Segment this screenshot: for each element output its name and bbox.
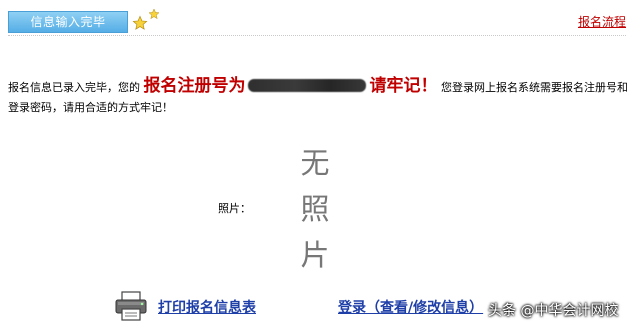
login-view-edit-link[interactable]: 登录（查看/修改信息） [338, 297, 483, 317]
tab-info-complete[interactable]: 信息输入完毕 [8, 11, 128, 33]
star-icon [148, 8, 160, 20]
photo-placeholder-char: 片 [300, 238, 330, 272]
printer-icon[interactable] [113, 290, 149, 326]
message-part1: 报名信息已录入完毕，您的 [8, 81, 140, 94]
star-icon [132, 15, 148, 31]
photo-placeholder: 无 照 片 [298, 140, 332, 278]
photo-label: 照片： [218, 202, 251, 215]
print-registration-form-link[interactable]: 打印报名信息表 [158, 297, 256, 317]
registration-number-label: 报名注册号为 [143, 76, 246, 96]
remember-warning: 请牢记！ [369, 76, 438, 96]
photo-placeholder-char: 无 [300, 146, 330, 180]
redacted-registration-number [247, 79, 366, 92]
watermark: 头条 @中华会计网校 [488, 303, 619, 319]
registration-flow-link[interactable]: 报名流程 [578, 13, 626, 30]
photo-placeholder-char: 照 [300, 192, 330, 226]
confirmation-message: 报名信息已录入完毕，您的 报名注册号为 请牢记！ 您登录网上报名系统需要报名注册号… [8, 76, 628, 118]
top-bar: 信息输入完毕 报名流程 [8, 8, 626, 36]
